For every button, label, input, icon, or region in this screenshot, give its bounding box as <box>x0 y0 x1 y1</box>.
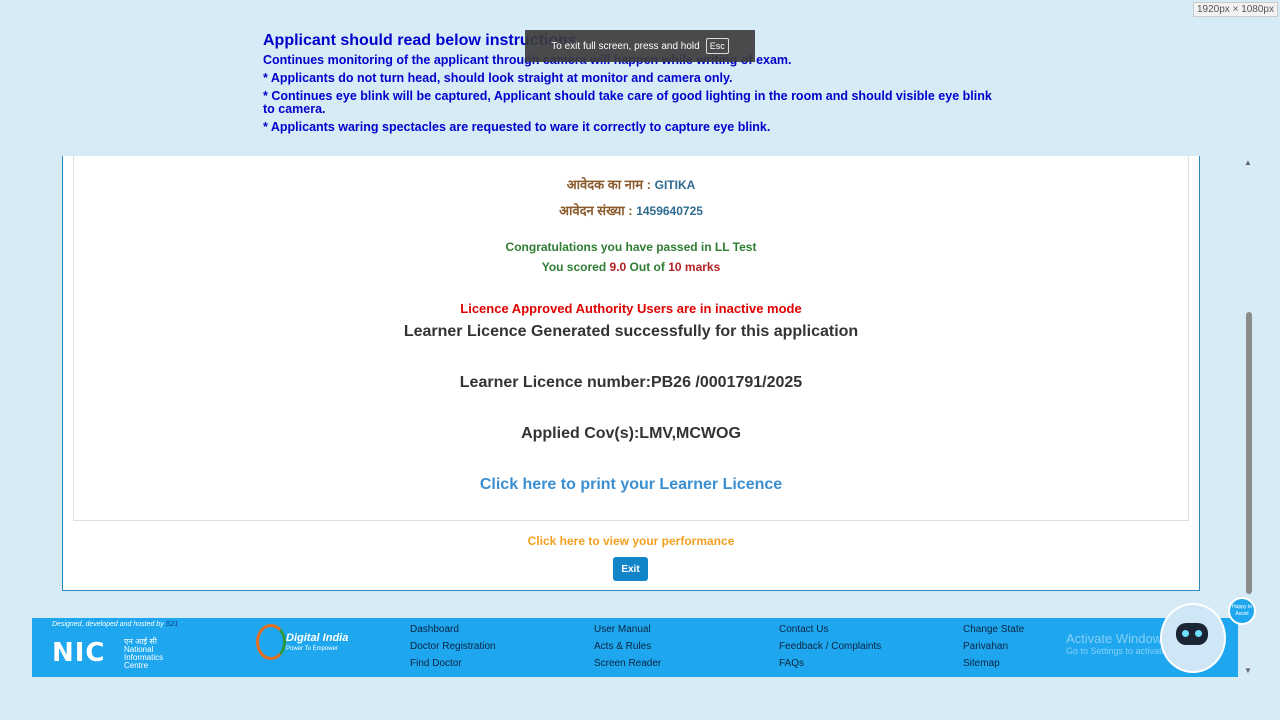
score-value: 9.0 <box>609 260 627 274</box>
robot-face-icon <box>1176 623 1208 645</box>
nic-logo: NIC एन आई सी National Informatics Centre <box>52 638 163 670</box>
footer-link-dashboard[interactable]: Dashboard <box>410 622 496 639</box>
footer-links-col4: Change State Parivahan Sitemap <box>963 622 1024 673</box>
nic-abbr: NIC <box>52 638 106 668</box>
assist-bubble[interactable]: Happy to Assist <box>1228 597 1256 625</box>
fullscreen-toast: To exit full screen, press and hold Esc <box>525 30 755 62</box>
footer-link-contact-us[interactable]: Contact Us <box>779 622 881 639</box>
instruction-line: * Applicants waring spectacles are reque… <box>263 120 771 134</box>
scrollbar-thumb[interactable] <box>1246 312 1252 594</box>
footer-links-col3: Contact Us Feedback / Complaints FAQs <box>779 622 881 673</box>
result-panel: आवेदक का नाम : GITIKA आवेदन संख्या : 145… <box>62 156 1200 591</box>
instruction-line: * Continues eye blink will be captured, … <box>263 89 992 116</box>
application-number-value: 1459640725 <box>636 204 703 218</box>
applied-cov: Applied Cov(s):LMV,MCWOG <box>521 425 741 442</box>
score-mid: Out of <box>629 260 665 274</box>
footer-link-doctor-registration[interactable]: Doctor Registration <box>410 639 496 656</box>
footer-link-sitemap[interactable]: Sitemap <box>963 656 1024 673</box>
footer-link-user-manual[interactable]: User Manual <box>594 622 661 639</box>
congratulations-text: Congratulations you have passed in LL Te… <box>505 240 757 254</box>
result-card: आवेदक का नाम : GITIKA आवेदन संख्या : 145… <box>73 156 1189 521</box>
chatbot-avatar-icon[interactable] <box>1160 603 1226 673</box>
authority-status-message: Licence Approved Authority Users are in … <box>460 301 802 316</box>
scroll-up-icon[interactable]: ▲ <box>1244 158 1252 167</box>
score-row: You scored 9.0 Out of 10 marks <box>74 260 1188 274</box>
print-licence-link[interactable]: Click here to print your Learner Licence <box>74 476 1188 494</box>
site-footer: Designed, developed and hosted by S21 NI… <box>32 618 1238 677</box>
scroll-down-icon[interactable]: ▼ <box>1244 666 1252 675</box>
resolution-badge: 1920px × 1080px <box>1192 2 1278 17</box>
licence-generated-message: Learner Licence Generated successfully f… <box>403 323 859 340</box>
nic-name-3: Centre <box>124 661 149 670</box>
digital-india-tagline: Power To Empower <box>286 646 338 652</box>
robot-eye-icon <box>1182 630 1189 637</box>
application-number-label: आवेदन संख्या : <box>559 203 633 218</box>
view-performance-link[interactable]: Click here to view your performance <box>63 534 1199 548</box>
applicant-name-row: आवेदक का नाम : GITIKA <box>74 175 1188 193</box>
designed-by-label: Designed, developed and hosted by <box>52 621 164 628</box>
footer-link-screen-reader[interactable]: Screen Reader <box>594 656 661 673</box>
applicant-name-value: GITIKA <box>654 178 696 192</box>
footer-link-acts-rules[interactable]: Acts & Rules <box>594 639 661 656</box>
licence-number: Learner Licence number:PB26 /0001791/202… <box>459 374 803 391</box>
footer-link-find-doctor[interactable]: Find Doctor <box>410 656 496 673</box>
score-prefix: You scored <box>541 260 607 274</box>
esc-key-hint: Esc <box>705 38 729 54</box>
designed-by-text: Designed, developed and hosted by S21 <box>52 621 178 628</box>
instruction-line: * Applicants do not turn head, should lo… <box>263 71 733 85</box>
footer-links-col1: Dashboard Doctor Registration Find Docto… <box>410 622 496 673</box>
footer-link-faqs[interactable]: FAQs <box>779 656 881 673</box>
application-number-row: आवेदन संख्या : 1459640725 <box>74 201 1188 219</box>
footer-links-col2: User Manual Acts & Rules Screen Reader <box>594 622 661 673</box>
footer-link-parivahan[interactable]: Parivahan <box>963 639 1024 656</box>
digital-india-icon <box>256 624 286 660</box>
digital-india-logo: Digital India Power To Empower <box>256 622 356 660</box>
fullscreen-toast-text: To exit full screen, press and hold <box>551 40 700 52</box>
digital-india-text: Digital India <box>286 632 349 644</box>
footer-link-change-state[interactable]: Change State <box>963 622 1024 639</box>
score-total: 10 <box>668 260 682 274</box>
s21-icon: S21 <box>165 621 179 628</box>
robot-eye-icon <box>1195 630 1202 637</box>
footer-link-feedback[interactable]: Feedback / Complaints <box>779 639 881 656</box>
applicant-name-label: आवेदक का नाम : <box>566 177 651 192</box>
exit-button[interactable]: Exit <box>613 557 648 581</box>
score-suffix: marks <box>684 260 721 274</box>
